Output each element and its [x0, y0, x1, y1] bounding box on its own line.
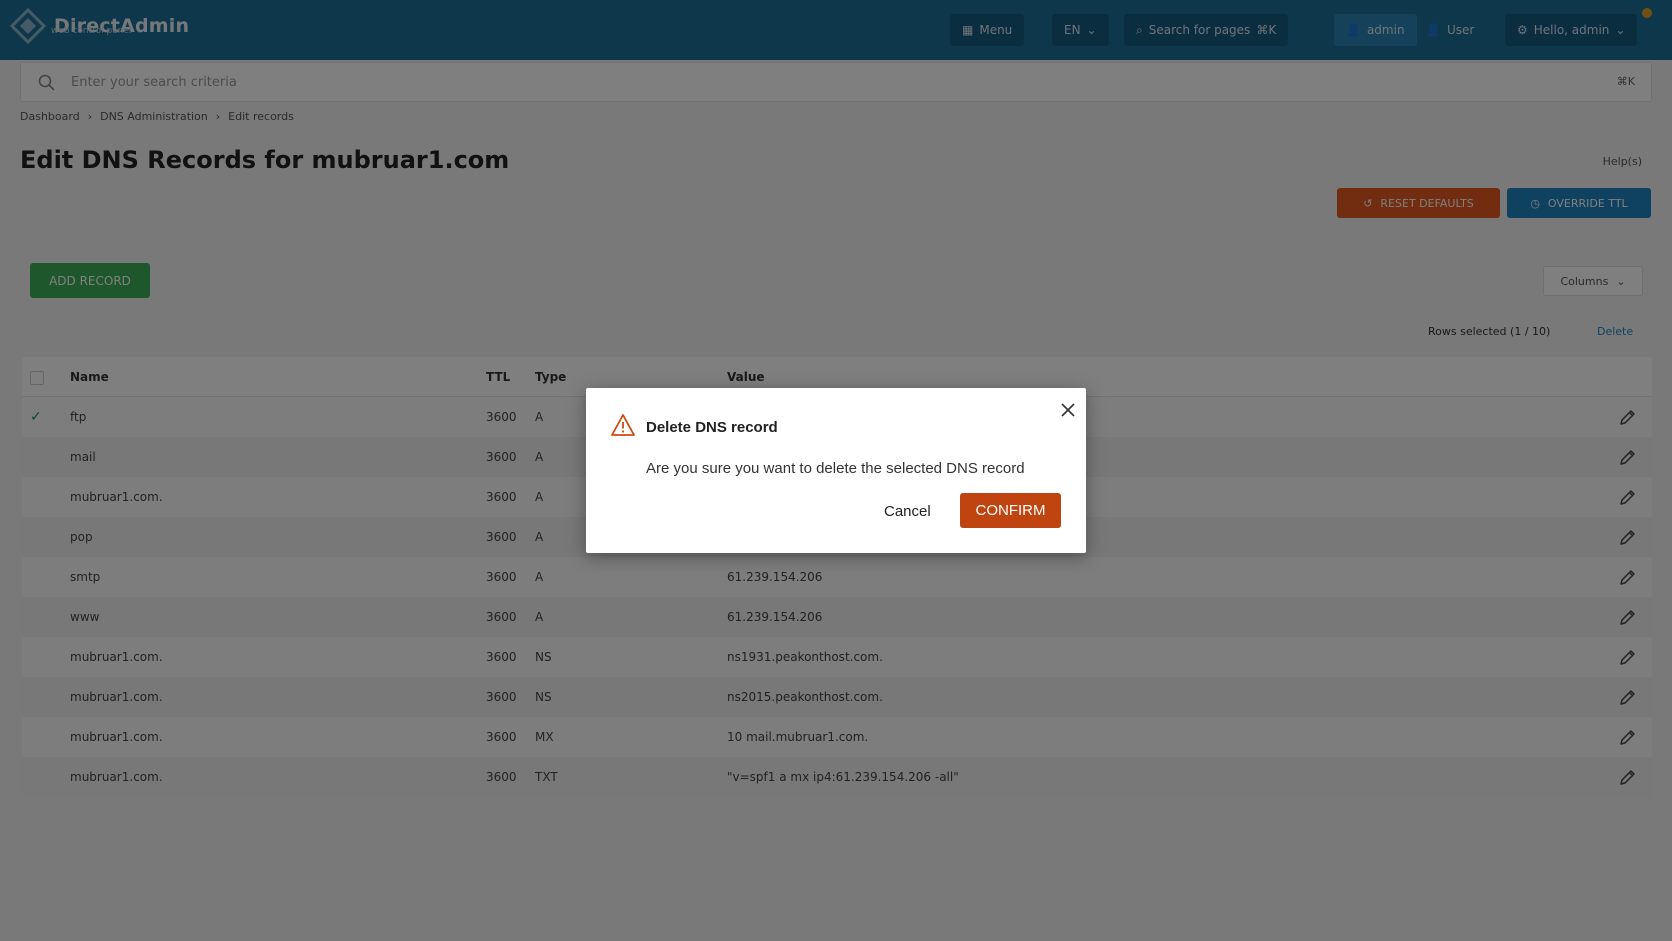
- cancel-button[interactable]: Cancel: [884, 500, 931, 524]
- close-icon[interactable]: [1058, 400, 1078, 420]
- dialog-message: Are you sure you want to delete the sele…: [646, 460, 1025, 477]
- confirm-button[interactable]: CONFIRM: [960, 493, 1061, 528]
- delete-dns-dialog: Delete DNS record Are you sure you want …: [586, 388, 1086, 553]
- warning-icon: [611, 414, 635, 436]
- dialog-title: Delete DNS record: [646, 419, 778, 436]
